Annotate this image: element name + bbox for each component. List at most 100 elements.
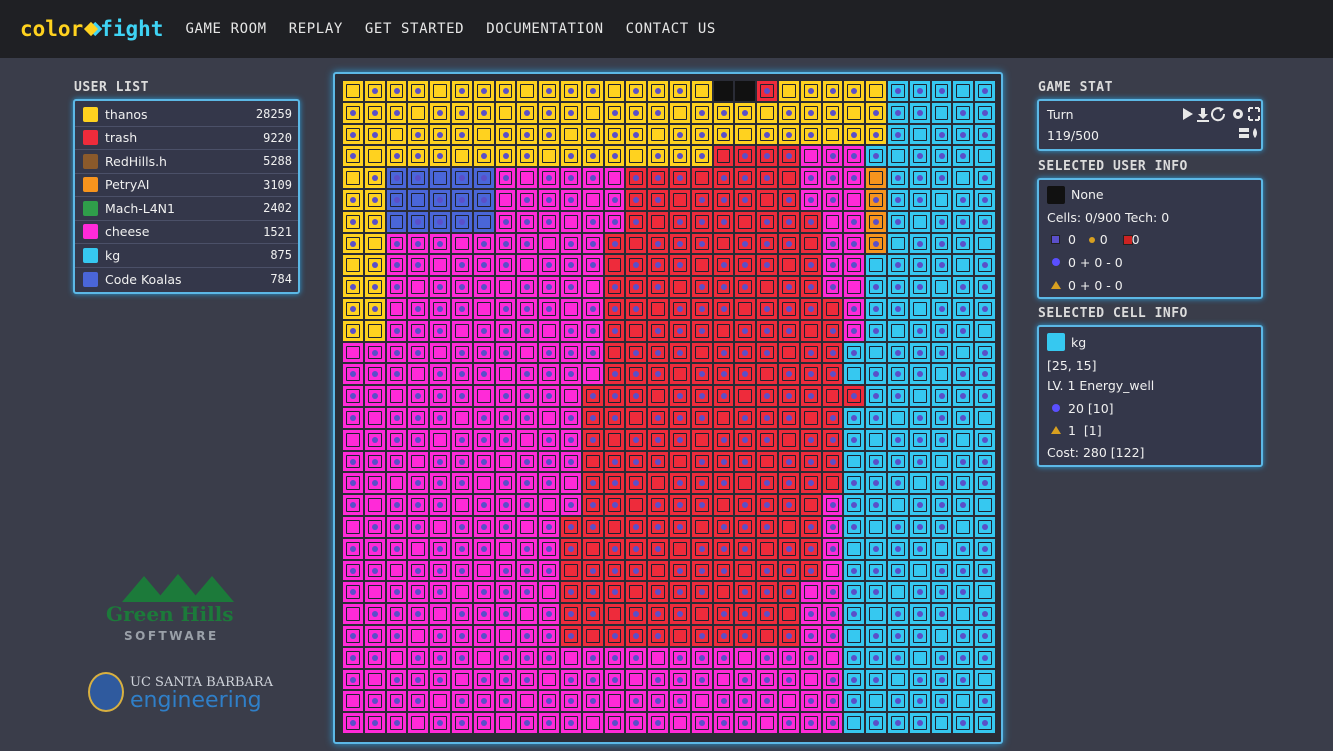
grid-cell[interactable] [843,385,866,407]
grid-cell[interactable] [712,646,735,669]
grid-cell[interactable] [668,581,691,604]
grid-cell[interactable] [799,515,822,538]
grid-cell[interactable] [342,472,364,495]
grid-cell[interactable] [843,537,866,560]
grid-cell[interactable] [385,341,408,364]
grid-cell[interactable] [821,210,844,233]
grid-cell[interactable] [908,668,931,691]
grid-cell[interactable] [952,428,975,451]
grid-cell[interactable] [734,276,757,298]
grid-cell[interactable] [668,428,691,451]
grid-cell[interactable] [930,319,953,342]
grid-cell[interactable] [690,450,713,473]
grid-cell[interactable] [342,494,364,516]
grid-cell[interactable] [712,603,735,625]
grid-cell[interactable] [342,101,364,124]
grid-cell[interactable] [843,450,866,473]
nav-replay[interactable]: REPLAY [289,21,343,37]
grid-cell[interactable] [429,80,451,102]
grid-cell[interactable] [494,276,517,298]
grid-cell[interactable] [712,385,735,407]
grid-cell[interactable] [559,363,582,386]
grid-cell[interactable] [472,690,495,713]
grid-cell[interactable] [690,276,713,298]
grid-cell[interactable] [734,690,757,713]
grid-cell[interactable] [472,712,495,734]
grid-cell[interactable] [799,450,822,473]
grid-cell[interactable] [930,581,953,604]
grid-cell[interactable] [712,232,735,255]
grid-cell[interactable] [886,254,909,277]
grid-cell[interactable] [865,145,887,168]
grid-cell[interactable] [843,428,866,451]
grid-cell[interactable] [647,319,669,342]
grid-cell[interactable] [625,690,648,713]
grid-cell[interactable] [625,101,648,124]
grid-cell[interactable] [625,537,648,560]
grid-cell[interactable] [886,406,909,429]
grid-cell[interactable] [908,341,931,364]
grid-cell[interactable] [647,254,669,277]
download-icon[interactable] [1197,108,1209,122]
fullscreen-icon[interactable] [1248,107,1260,121]
grid-cell[interactable] [407,646,430,669]
grid-cell[interactable] [342,145,364,168]
grid-cell[interactable] [538,80,560,102]
grid-cell[interactable] [865,341,887,364]
grid-cell[interactable] [647,188,669,211]
grid-cell[interactable] [930,123,953,146]
grid-cell[interactable] [429,123,451,146]
grid-cell[interactable] [668,624,691,647]
grid-cell[interactable] [647,385,669,407]
grid-cell[interactable] [472,297,495,320]
grid-cell[interactable] [363,537,386,560]
grid-cell[interactable] [756,341,778,364]
user-row[interactable]: Code Koalas 784 [75,268,298,292]
grid-cell[interactable] [886,712,909,734]
grid-cell[interactable] [952,188,975,211]
grid-cell[interactable] [363,406,386,429]
grid-cell[interactable] [734,210,757,233]
grid-cell[interactable] [385,537,408,560]
grid-cell[interactable] [450,210,473,233]
grid-cell[interactable] [472,363,495,386]
grid-cell[interactable] [930,363,953,386]
grid-cell[interactable] [886,646,909,669]
grid-cell[interactable] [799,472,822,495]
grid-cell[interactable] [712,537,735,560]
grid-cell[interactable] [494,385,517,407]
grid-cell[interactable] [516,450,539,473]
grid-cell[interactable] [952,646,975,669]
grid-cell[interactable] [777,123,800,146]
grid-cell[interactable] [865,101,887,124]
grid-cell[interactable] [385,515,408,538]
grid-cell[interactable] [712,188,735,211]
grid-cell[interactable] [581,428,604,451]
grid-cell[interactable] [865,624,887,647]
grid-cell[interactable] [450,232,473,255]
grid-cell[interactable] [756,123,778,146]
grid-cell[interactable] [559,494,582,516]
grid-cell[interactable] [865,472,887,495]
grid-cell[interactable] [886,668,909,691]
grid-cell[interactable] [886,145,909,168]
grid-cell[interactable] [363,559,386,582]
grid-cell[interactable] [799,494,822,516]
grid-cell[interactable] [821,276,844,298]
grid-cell[interactable] [559,276,582,298]
grid-cell[interactable] [429,101,451,124]
grid-cell[interactable] [581,581,604,604]
grid-cell[interactable] [908,210,931,233]
grid-cell[interactable] [865,515,887,538]
grid-cell[interactable] [342,690,364,713]
grid-cell[interactable] [908,297,931,320]
grid-cell[interactable] [865,188,887,211]
grid-cell[interactable] [625,472,648,495]
grid-cell[interactable] [821,712,844,734]
grid-cell[interactable] [712,494,735,516]
grid-cell[interactable] [538,123,560,146]
grid-cell[interactable] [450,101,473,124]
grid-cell[interactable] [690,494,713,516]
grid-cell[interactable] [843,472,866,495]
grid-cell[interactable] [756,319,778,342]
